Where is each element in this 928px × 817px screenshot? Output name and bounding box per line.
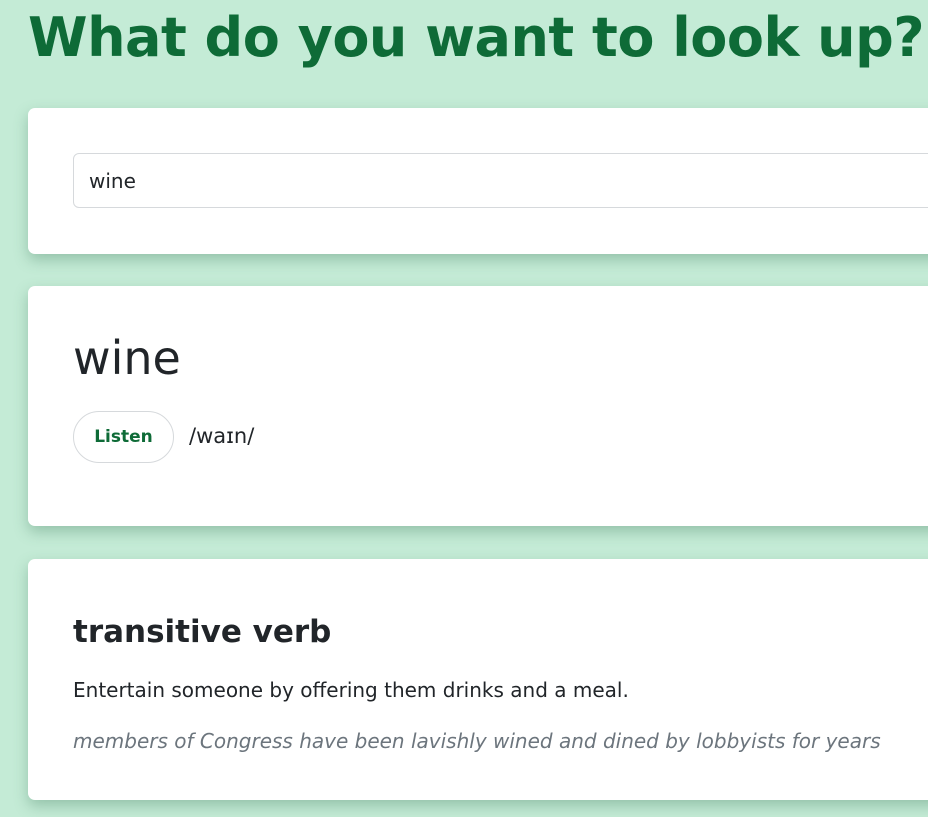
search-input[interactable]: [73, 153, 928, 208]
phonetic-text: /waɪn/: [189, 424, 255, 448]
search-card: [28, 108, 928, 254]
page-title: What do you want to look up?: [28, 6, 925, 69]
word-card: wine Listen /waɪn/: [28, 286, 928, 526]
part-of-speech: transitive verb: [73, 614, 332, 650]
example-text: members of Congress have been lavishly w…: [73, 729, 881, 753]
definition-text: Entertain someone by offering them drink…: [73, 678, 629, 702]
listen-button[interactable]: Listen: [73, 411, 174, 463]
meaning-card: transitive verb Entertain someone by off…: [28, 559, 928, 800]
headword: wine: [73, 331, 181, 385]
